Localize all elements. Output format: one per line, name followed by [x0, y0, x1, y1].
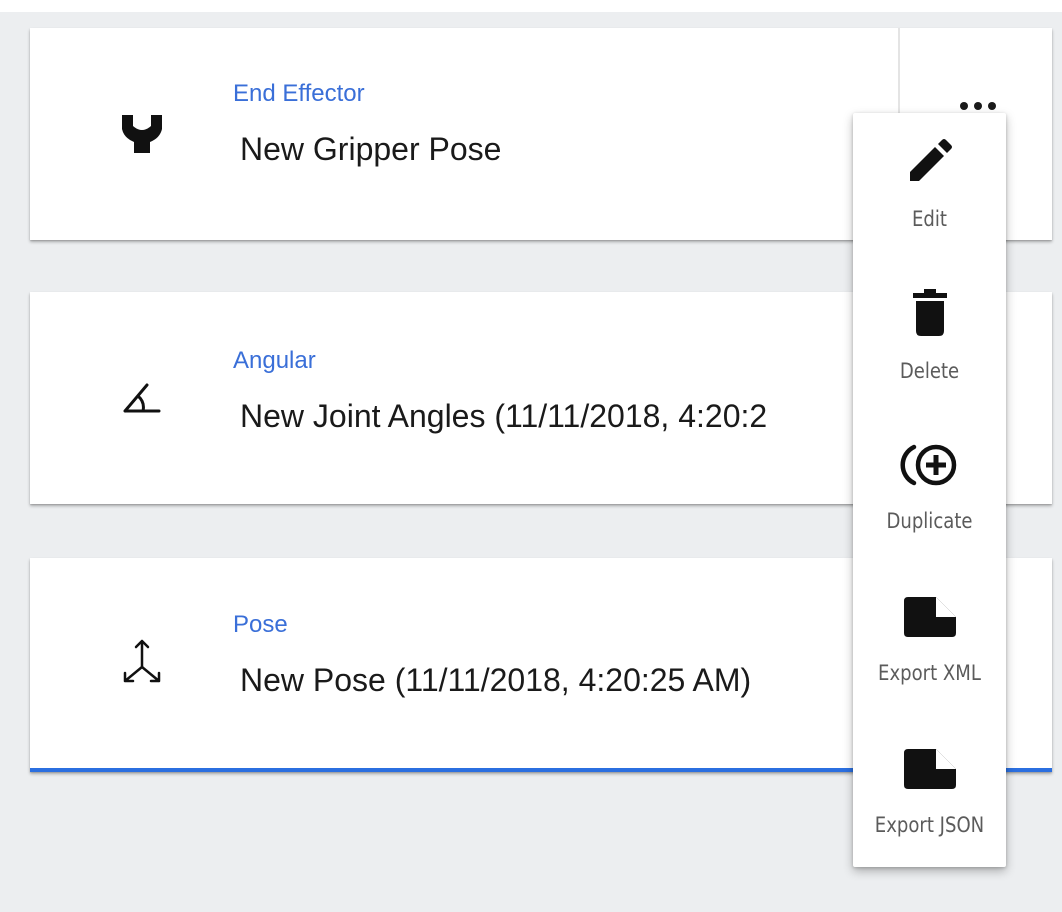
pose-axes-icon [110, 631, 174, 695]
trash-icon [853, 285, 1006, 341]
card-name: New Joint Angles (11/11/2018, 4:20:2 [240, 398, 768, 434]
menu-label: Export JSON [874, 813, 985, 837]
menu-item-delete[interactable]: Delete [853, 263, 1006, 413]
more-dot [974, 102, 982, 110]
card-name: New Gripper Pose [240, 131, 502, 167]
file-icon [853, 589, 1006, 645]
gripper-icon [110, 102, 174, 166]
menu-item-export-json[interactable]: Export JSON [853, 717, 1006, 867]
more-dot [988, 102, 996, 110]
more-dot [960, 102, 968, 110]
duplicate-icon [853, 437, 1006, 493]
file-icon [853, 741, 1006, 797]
card-type-label: Pose [233, 611, 288, 638]
card-type-label: Angular [233, 347, 316, 374]
card-name: New Pose (11/11/2018, 4:20:25 AM) [240, 662, 752, 698]
menu-item-edit[interactable]: Edit [853, 113, 1006, 263]
context-menu: Edit Delete Duplicate Export XML Export … [853, 113, 1006, 867]
menu-label: Duplicate [886, 509, 973, 533]
menu-label: Delete [899, 359, 960, 383]
menu-label: Edit [912, 207, 947, 231]
pencil-icon [853, 133, 1006, 189]
menu-item-duplicate[interactable]: Duplicate [853, 415, 1006, 565]
card-type-label: End Effector [233, 80, 365, 107]
menu-item-export-xml[interactable]: Export XML [853, 565, 1006, 715]
page-top-strip [0, 0, 1062, 12]
menu-label: Export XML [878, 661, 981, 685]
angle-icon [110, 366, 174, 430]
